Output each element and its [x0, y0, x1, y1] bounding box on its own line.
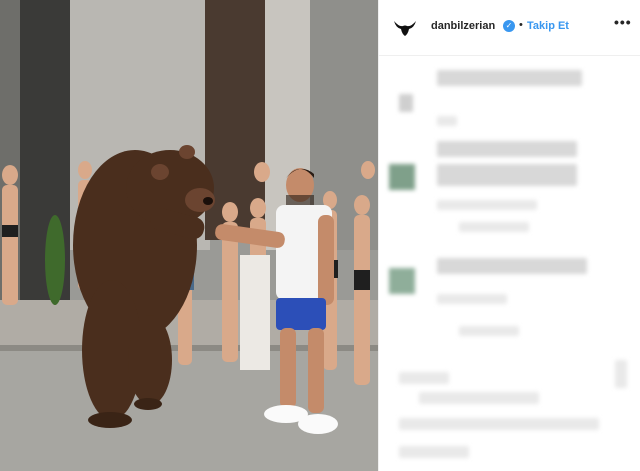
header-separator: • — [519, 19, 523, 31]
post-image[interactable] — [0, 0, 378, 471]
blurred-text — [437, 70, 582, 86]
blurred-text — [437, 200, 537, 210]
verified-badge-icon: ✓ — [503, 20, 515, 32]
blurred-text — [459, 326, 519, 336]
blurred-text — [399, 418, 599, 430]
blurred-text — [437, 141, 577, 157]
blurred-text — [459, 222, 529, 232]
instagram-post: danbilzerian ✓ • Takip Et ••• — [0, 0, 640, 471]
username-link[interactable]: danbilzerian — [431, 20, 495, 32]
more-options-button[interactable]: ••• — [614, 14, 632, 30]
post-header: danbilzerian ✓ • Takip Et ••• — [379, 0, 640, 56]
blurred-text — [615, 360, 627, 388]
post-side-panel: danbilzerian ✓ • Takip Et ••• — [378, 0, 640, 471]
commenter-avatar[interactable] — [389, 164, 415, 190]
blurred-text — [437, 258, 587, 274]
post-photo-illustration — [0, 0, 378, 471]
profile-avatar[interactable] — [393, 16, 417, 40]
blurred-text — [437, 116, 457, 126]
follow-button[interactable]: Takip Et — [527, 20, 569, 32]
blurred-text — [399, 94, 413, 112]
blurred-text — [399, 372, 449, 384]
commenter-avatar[interactable] — [389, 268, 415, 294]
blurred-text — [419, 392, 539, 404]
goat-skull-icon — [394, 21, 416, 36]
blurred-text — [437, 294, 507, 304]
blurred-text — [399, 446, 469, 458]
blurred-text — [437, 164, 577, 186]
